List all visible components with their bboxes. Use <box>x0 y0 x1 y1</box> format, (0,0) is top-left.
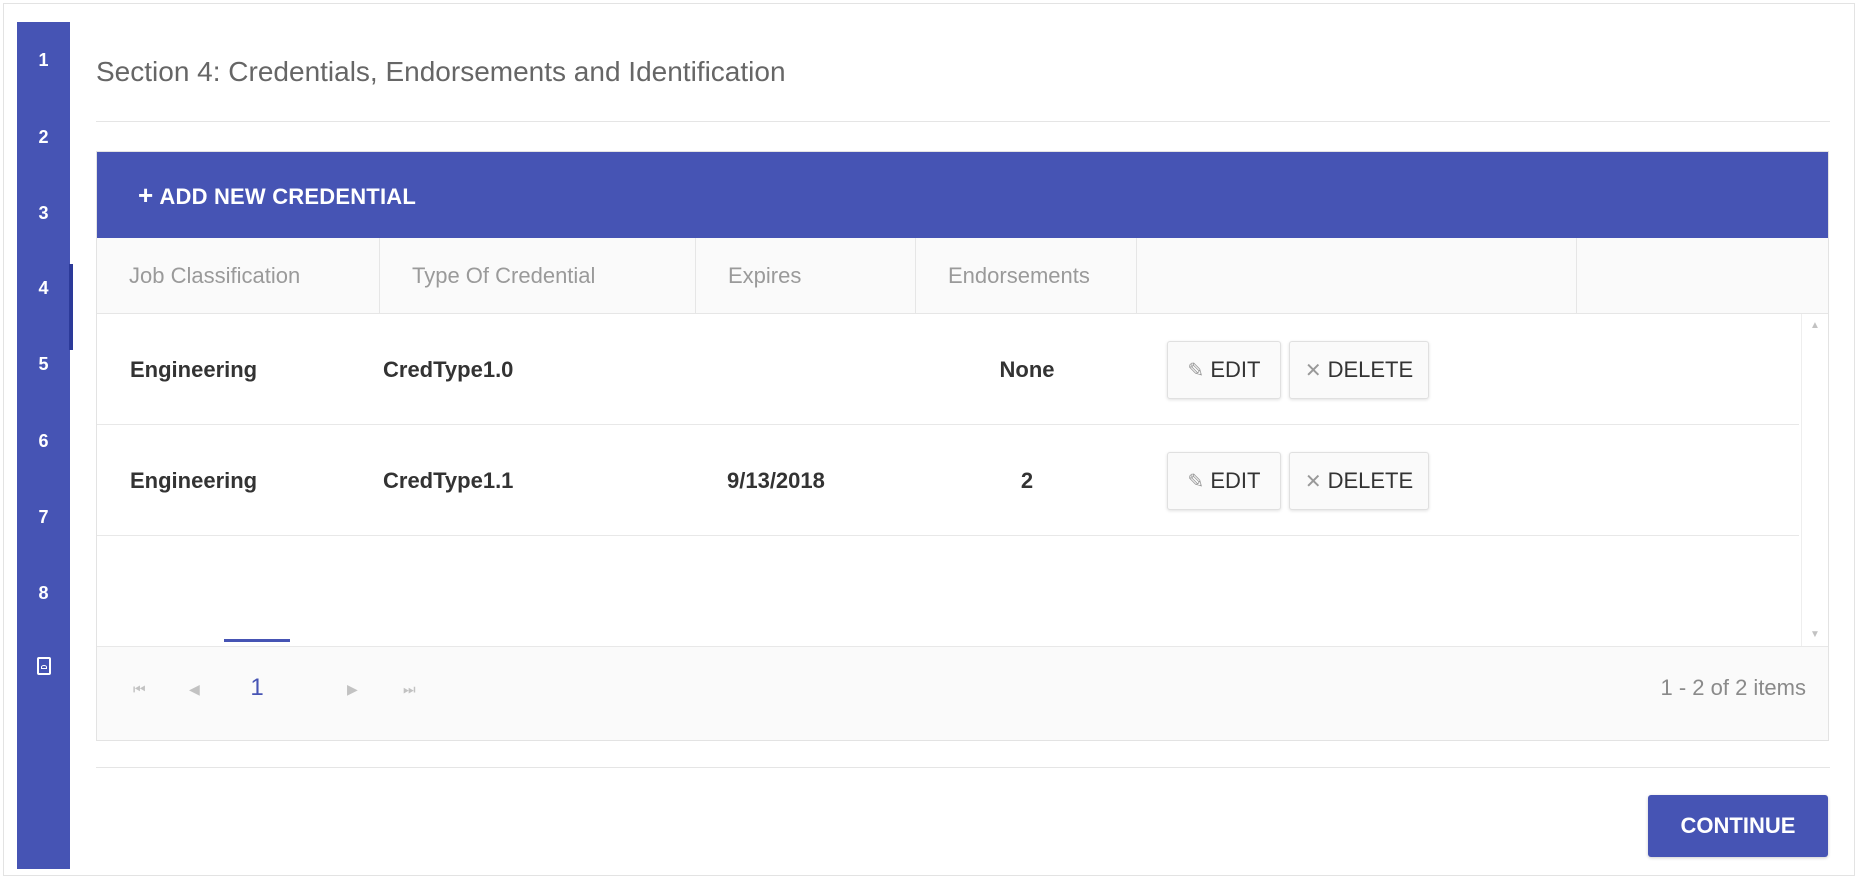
table-row: Engineering CredType1.0 None ✎ EDIT ✕ DELE… <box>97 314 1799 425</box>
continue-button[interactable]: CONTINUE <box>1648 795 1828 857</box>
cell-endorsements: None <box>999 357 1055 382</box>
edit-button[interactable]: ✎ EDIT <box>1167 452 1281 510</box>
scroll-down-icon[interactable]: ▼ <box>1810 629 1820 640</box>
delete-label: DELETE <box>1327 468 1414 493</box>
column-header-actions <box>1137 238 1577 314</box>
cell-job-classification: Engineering <box>130 468 258 493</box>
page-number[interactable]: 1 <box>224 639 290 702</box>
column-header-expires[interactable]: Expires <box>696 238 916 314</box>
vertical-scrollbar[interactable]: ▲ ▼ <box>1801 314 1828 646</box>
x-icon: ✕ <box>1304 360 1322 382</box>
delete-button[interactable]: ✕ DELETE <box>1289 341 1429 399</box>
previous-page-icon[interactable]: ◀ <box>189 681 200 698</box>
edit-label: EDIT <box>1210 468 1261 493</box>
pencil-icon: ✎ <box>1187 471 1205 493</box>
add-new-credential-button[interactable]: + ADD NEW CREDENTIAL <box>138 180 416 211</box>
delete-button[interactable]: ✕ DELETE <box>1289 452 1429 510</box>
divider <box>96 121 1830 122</box>
pencil-icon: ✎ <box>1187 360 1205 382</box>
next-page-icon[interactable]: ▶ <box>347 681 358 698</box>
column-header-type-of-credential[interactable]: Type Of Credential <box>380 238 696 314</box>
cell-job-classification: Engineering <box>130 357 258 382</box>
step-1[interactable]: 1 <box>17 50 70 71</box>
cell-type-of-credential: CredType1.0 <box>383 357 514 382</box>
step-4[interactable]: 4 <box>17 264 73 350</box>
step-8[interactable]: 8 <box>17 583 70 604</box>
step-7[interactable]: 7 <box>17 507 70 528</box>
x-icon: ✕ <box>1304 471 1322 493</box>
grid-header: Job Classification Type Of Credential Ex… <box>97 238 1828 314</box>
plus-icon: + <box>138 180 154 210</box>
delete-label: DELETE <box>1327 357 1414 382</box>
step-2[interactable]: 2 <box>17 127 70 148</box>
pager-info: 1 - 2 of 2 items <box>1660 675 1806 700</box>
step-3[interactable]: 3 <box>17 203 70 224</box>
column-header-job-classification[interactable]: Job Classification <box>97 238 380 314</box>
table-row: Engineering CredType1.1 9/13/2018 2 ✎ EDI… <box>97 425 1799 536</box>
step-6[interactable]: 6 <box>17 431 70 452</box>
cell-endorsements: 2 <box>1020 468 1034 493</box>
step-pdf[interactable] <box>17 657 70 680</box>
pdf-icon <box>36 657 51 675</box>
step-5[interactable]: 5 <box>17 354 70 375</box>
last-page-icon[interactable]: ⏭ <box>403 681 416 698</box>
cell-type-of-credential: CredType1.1 <box>383 468 514 493</box>
step-sidebar: 1 2 3 4 5 6 7 8 <box>17 22 73 869</box>
grid-toolbar: + ADD NEW CREDENTIAL <box>97 152 1828 238</box>
column-header-endorsements[interactable]: Endorsements <box>916 238 1137 314</box>
add-new-credential-label: ADD NEW CREDENTIAL <box>159 184 416 209</box>
pager: ⏮ ◀ 1 ▶ ⏭ 1 - 2 of 2 items <box>97 639 1828 740</box>
first-page-icon[interactable]: ⏮ <box>133 681 146 698</box>
scroll-up-icon[interactable]: ▲ <box>1810 320 1820 331</box>
divider <box>96 767 1830 768</box>
credentials-grid: + ADD NEW CREDENTIAL Job Classification T… <box>96 151 1829 741</box>
edit-label: EDIT <box>1210 357 1261 382</box>
cell-expires: 9/13/2018 <box>727 468 825 493</box>
edit-button[interactable]: ✎ EDIT <box>1167 341 1281 399</box>
section-title: Section 4: Credentials, Endorsements and… <box>96 56 786 87</box>
